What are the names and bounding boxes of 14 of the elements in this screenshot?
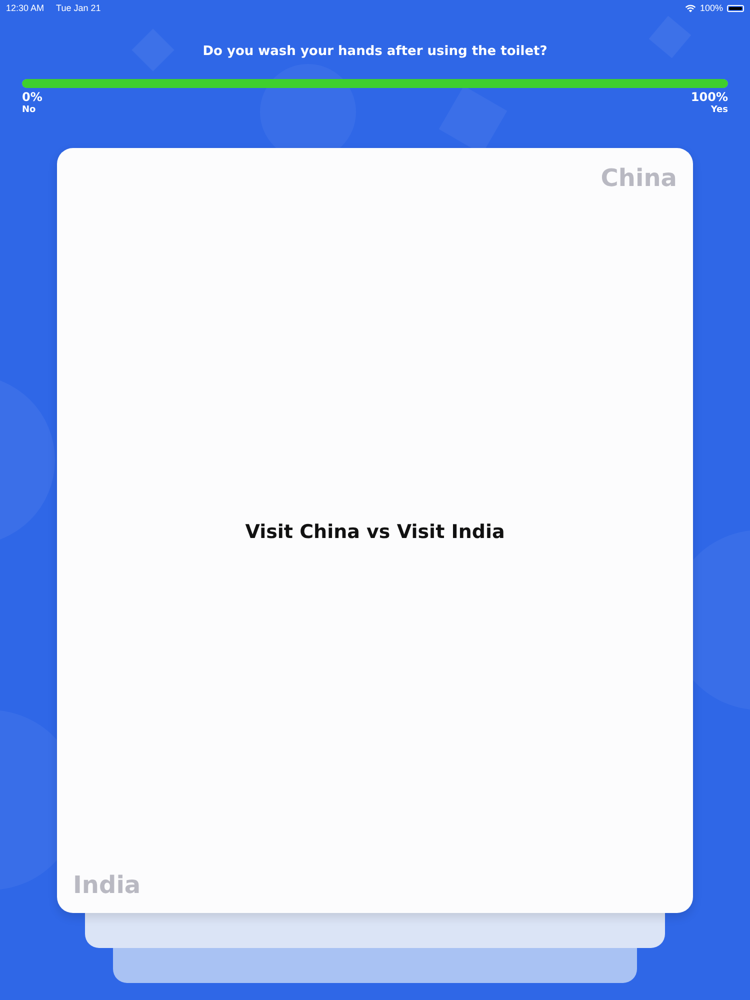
wifi-icon — [684, 4, 696, 12]
right-label: Yes — [710, 105, 728, 115]
battery-percent: 100% — [700, 3, 723, 13]
card-title: Visit China vs Visit India — [245, 520, 505, 542]
right-percent: 100% — [690, 90, 728, 104]
question-card[interactable]: China Visit China vs Visit India India — [57, 148, 693, 913]
left-label: No — [22, 105, 37, 115]
question-text: Do you wash your hands after using the toilet? — [202, 44, 548, 59]
choice-tag: China — [600, 164, 677, 192]
choice-tag: India — [73, 871, 141, 899]
status-date: Tue Jan 21 — [56, 3, 101, 13]
battery-icon — [727, 4, 744, 12]
left-percent: 0% — [22, 90, 42, 104]
status-time: 12:30 AM — [6, 3, 44, 13]
